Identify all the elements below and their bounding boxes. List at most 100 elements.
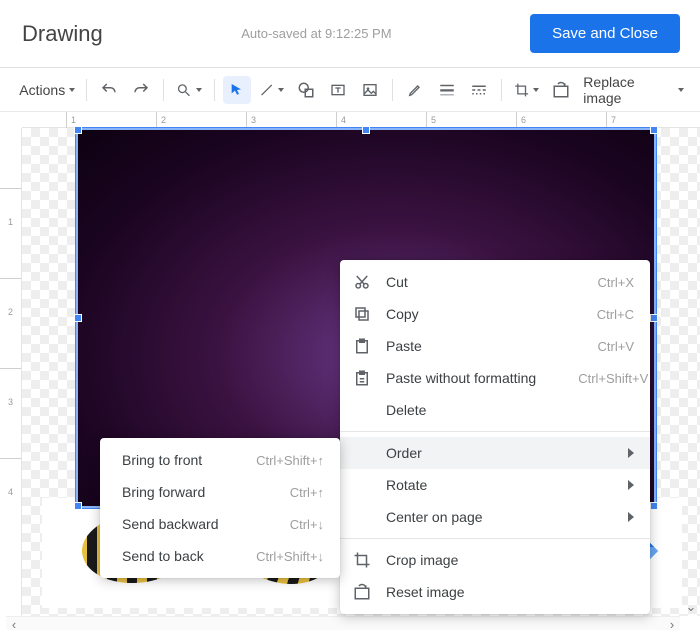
textbox-icon xyxy=(330,82,346,98)
blank-icon xyxy=(352,475,372,495)
ruler-tick: 2 xyxy=(0,278,21,317)
ruler-tick: 4 xyxy=(336,112,346,128)
context-submenu-order: Bring to front Ctrl+Shift+↑ Bring forwar… xyxy=(100,438,340,578)
ruler-horizontal: 1 2 3 4 5 6 7 xyxy=(22,112,700,128)
ctx-crop-image[interactable]: Crop image xyxy=(340,544,650,576)
ctx-copy[interactable]: Copy Ctrl+C xyxy=(340,298,650,330)
ruler-tick: 7 xyxy=(606,112,616,128)
paste-icon xyxy=(352,336,372,356)
resize-handle-w[interactable] xyxy=(74,314,82,322)
border-weight-button[interactable] xyxy=(433,76,461,104)
canvas-area: 1 2 3 4 5 6 7 1 2 3 4 The WindowsClub xyxy=(0,112,700,630)
ruler-tick: 5 xyxy=(426,112,436,128)
menu-separator xyxy=(340,538,650,539)
toolbar: Actions Repl xyxy=(0,68,700,112)
caret-down-icon xyxy=(678,88,684,92)
separator xyxy=(501,79,502,101)
caret-down-icon xyxy=(69,88,75,92)
submenu-arrow-icon xyxy=(628,448,634,458)
caret-down-icon xyxy=(533,88,539,92)
line-tool[interactable] xyxy=(255,76,288,104)
caret-down-icon xyxy=(278,88,284,92)
shape-tool[interactable] xyxy=(292,76,320,104)
caret-down-icon xyxy=(196,88,202,92)
image-tool[interactable] xyxy=(356,76,384,104)
replace-image-label: Replace image xyxy=(583,74,674,106)
reset-image-icon xyxy=(352,582,372,602)
ruler-tick: 3 xyxy=(0,368,21,407)
border-color-button[interactable] xyxy=(401,76,429,104)
scroll-right-icon[interactable]: › xyxy=(664,617,680,630)
copy-icon xyxy=(352,304,372,324)
dialog-title: Drawing xyxy=(22,21,103,47)
border-dash-button[interactable] xyxy=(465,76,493,104)
ctx-bring-to-front[interactable]: Bring to front Ctrl+Shift+↑ xyxy=(100,444,340,476)
line-weight-icon xyxy=(438,81,456,99)
ctx-rotate[interactable]: Rotate xyxy=(340,469,650,501)
actions-label: Actions xyxy=(19,82,65,98)
redo-icon xyxy=(132,81,150,99)
autosave-status: Auto-saved at 9:12:25 PM xyxy=(241,26,391,41)
ctx-bring-forward[interactable]: Bring forward Ctrl+↑ xyxy=(100,476,340,508)
ruler-tick: 4 xyxy=(0,458,21,497)
ctx-send-backward[interactable]: Send backward Ctrl+↓ xyxy=(100,508,340,540)
zoom-menu[interactable] xyxy=(172,76,205,104)
resize-handle-nw[interactable] xyxy=(74,126,82,134)
resize-handle-se[interactable] xyxy=(650,502,658,510)
paste-plain-icon xyxy=(352,368,372,388)
blank-icon xyxy=(352,400,372,420)
line-icon xyxy=(259,82,274,98)
save-and-close-button[interactable]: Save and Close xyxy=(530,14,680,53)
shape-icon xyxy=(297,81,315,99)
ruler-tick: 1 xyxy=(0,188,21,227)
reset-image-icon xyxy=(552,81,570,99)
line-dash-icon xyxy=(470,81,488,99)
undo-icon xyxy=(100,81,118,99)
ctx-reset-image[interactable]: Reset image xyxy=(340,576,650,608)
separator xyxy=(214,79,215,101)
ruler-tick: 2 xyxy=(156,112,166,128)
resize-handle-n[interactable] xyxy=(362,126,370,134)
submenu-arrow-icon xyxy=(628,480,634,490)
separator xyxy=(392,79,393,101)
ctx-cut[interactable]: Cut Ctrl+X xyxy=(340,266,650,298)
ctx-order[interactable]: Order xyxy=(340,437,650,469)
resize-handle-ne[interactable] xyxy=(650,126,658,134)
menu-separator xyxy=(340,431,650,432)
crop-icon xyxy=(352,550,372,570)
undo-button[interactable] xyxy=(95,76,123,104)
redo-button[interactable] xyxy=(127,76,155,104)
ctx-paste[interactable]: Paste Ctrl+V xyxy=(340,330,650,362)
resize-handle-sw[interactable] xyxy=(74,502,82,510)
ctx-paste-without-formatting[interactable]: Paste without formatting Ctrl+Shift+V xyxy=(340,362,650,394)
ruler-tick: 6 xyxy=(516,112,526,128)
dialog-header: Drawing Auto-saved at 9:12:25 PM Save an… xyxy=(0,0,700,68)
separator xyxy=(163,79,164,101)
blank-icon xyxy=(352,443,372,463)
resize-handle-e[interactable] xyxy=(650,314,658,322)
scrollbar-horizontal[interactable]: ‹ › xyxy=(6,616,680,630)
ruler-tick: 3 xyxy=(246,112,256,128)
crop-icon xyxy=(514,82,529,98)
pen-icon xyxy=(407,82,423,98)
submenu-arrow-icon xyxy=(628,512,634,522)
ctx-center-on-page[interactable]: Center on page xyxy=(340,501,650,533)
context-menu: Cut Ctrl+X Copy Ctrl+C Paste Ctrl+V Past… xyxy=(340,260,650,614)
textbox-tool[interactable] xyxy=(324,76,352,104)
replace-image-menu[interactable]: Replace image xyxy=(579,76,688,104)
ctx-delete[interactable]: Delete xyxy=(340,394,650,426)
cursor-icon xyxy=(229,82,245,98)
image-icon xyxy=(362,82,378,98)
blank-icon xyxy=(352,507,372,527)
cut-icon xyxy=(352,272,372,292)
zoom-icon xyxy=(176,82,191,98)
scroll-down-icon[interactable]: ⌄ xyxy=(684,600,698,614)
ruler-vertical: 1 2 3 4 xyxy=(0,128,22,616)
separator xyxy=(86,79,87,101)
select-tool[interactable] xyxy=(223,76,251,104)
ctx-send-to-back[interactable]: Send to back Ctrl+Shift+↓ xyxy=(100,540,340,572)
scroll-left-icon[interactable]: ‹ xyxy=(6,617,22,630)
reset-image-button[interactable] xyxy=(547,76,575,104)
crop-button[interactable] xyxy=(510,76,543,104)
actions-menu[interactable]: Actions xyxy=(16,76,78,104)
